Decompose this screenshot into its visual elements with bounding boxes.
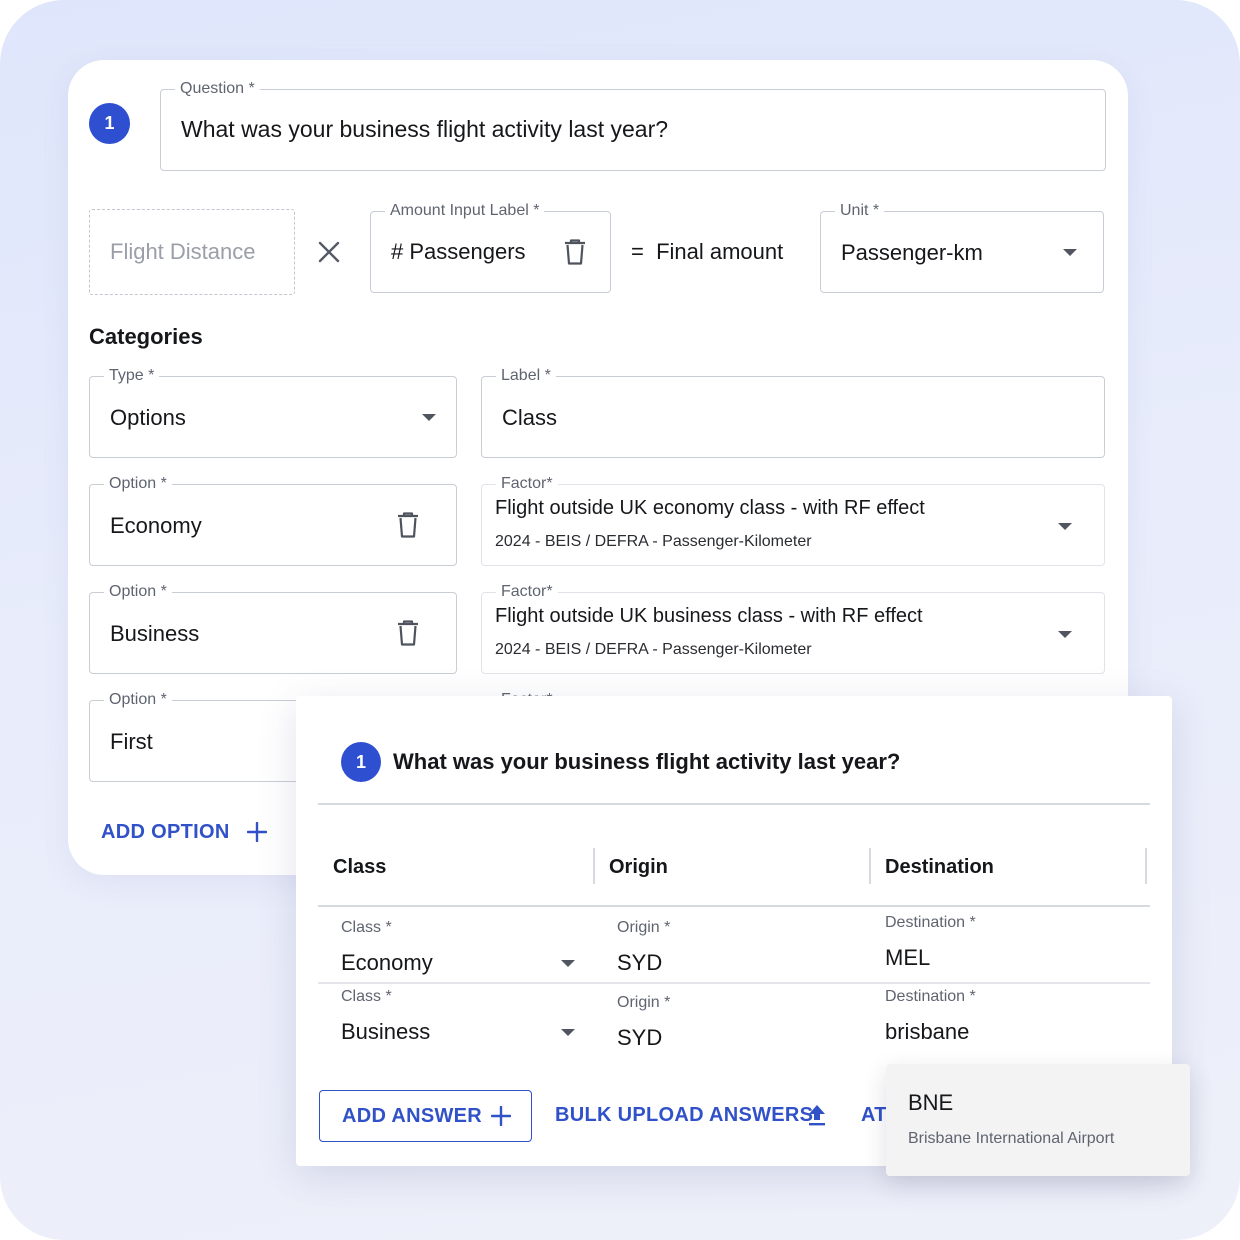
bulk-upload-label: BULK UPLOAD ANSWERS — [555, 1104, 814, 1126]
amount-input-label-field[interactable]: Amount Input Label * # Passengers — [370, 202, 611, 293]
destination-input[interactable]: Destination * MEL — [884, 908, 1150, 980]
factor-select-business[interactable]: Factor* Flight outside UK business class… — [481, 583, 1105, 674]
column-header-origin: Origin — [609, 856, 668, 878]
origin-input[interactable]: Origin * SYD — [614, 984, 854, 1056]
origin-input-value: SYD — [617, 1025, 663, 1050]
origin-input-label: Origin * — [617, 919, 671, 936]
step-number-badge: 1 — [89, 103, 130, 144]
class-select[interactable]: Class * Business — [338, 984, 578, 1056]
amount-input-label-value: # Passengers — [391, 239, 526, 264]
class-select-value: Economy — [341, 950, 433, 975]
factor-select-label: Factor* — [496, 583, 558, 601]
amount-input-label-label: Amount Input Label * — [385, 202, 545, 220]
flight-distance-text: Flight Distance — [110, 239, 256, 264]
trash-icon[interactable] — [397, 512, 419, 538]
destination-input-value: brisbane — [885, 1019, 970, 1044]
airport-autocomplete-dropdown: BNE Brisbane International Airport — [886, 1064, 1190, 1176]
add-option-label: ADD OPTION — [101, 821, 230, 843]
categories-heading: Categories — [89, 324, 203, 349]
origin-input[interactable]: Origin * SYD — [614, 908, 854, 980]
column-header-class: Class — [333, 856, 387, 878]
column-separator — [593, 848, 595, 884]
chevron-down-icon — [422, 414, 436, 421]
class-select-label: Class * — [341, 988, 392, 1005]
third-action-button[interactable]: AT — [861, 1104, 887, 1127]
option-field-label: Option * — [104, 691, 172, 709]
chevron-down-icon — [561, 1029, 575, 1036]
option-field-label: Option * — [104, 583, 172, 601]
chevron-down-icon — [1058, 523, 1072, 530]
flight-distance-chip[interactable]: Flight Distance — [89, 209, 295, 295]
type-select[interactable]: Type * Options — [89, 367, 457, 458]
plus-icon — [491, 1106, 511, 1126]
type-select-label: Type * — [104, 367, 160, 385]
table-row: Class * Economy Origin * SYD Destination… — [318, 908, 1150, 982]
factor-select-label: Factor* — [496, 475, 558, 493]
option-field-value: Economy — [110, 513, 202, 538]
option-field-economy[interactable]: Option * Economy — [89, 475, 457, 566]
destination-input-label: Destination * — [885, 914, 976, 931]
table-header-divider — [318, 905, 1150, 907]
origin-input-value: SYD — [617, 950, 663, 975]
autocomplete-option[interactable]: BNE Brisbane International Airport — [886, 1064, 1190, 1176]
factor-title: Flight outside UK business class - with … — [495, 605, 923, 627]
category-label-field[interactable]: Label * Class — [481, 367, 1105, 458]
unit-select-value: Passenger-km — [841, 240, 983, 265]
unit-select-label: Unit * — [835, 202, 885, 220]
unit-select[interactable]: Unit * Passenger-km — [820, 202, 1104, 293]
option-field-business[interactable]: Option * Business — [89, 583, 457, 674]
category-label-field-label: Label * — [496, 367, 556, 385]
airport-name: Brisbane International Airport — [908, 1130, 1115, 1147]
class-select-label: Class * — [341, 919, 392, 936]
type-select-value: Options — [110, 405, 186, 430]
column-separator — [1145, 848, 1147, 884]
multiply-icon — [318, 241, 340, 263]
divider — [318, 803, 1150, 805]
destination-input[interactable]: Destination * brisbane — [884, 984, 1150, 1056]
question-field[interactable]: Question * What was your business flight… — [160, 80, 1106, 171]
origin-input-label: Origin * — [617, 994, 671, 1011]
add-answer-label: ADD ANSWER — [342, 1105, 483, 1127]
class-select[interactable]: Class * Economy — [338, 908, 578, 980]
add-answer-button[interactable]: ADD ANSWER — [319, 1090, 532, 1142]
chevron-down-icon — [561, 960, 575, 967]
final-amount-text: = Final amount — [631, 239, 784, 264]
factor-source: 2024 - BEIS / DEFRA - Passenger-Kilomete… — [495, 641, 812, 658]
option-field-label: Option * — [104, 475, 172, 493]
question-field-label: Question * — [175, 80, 260, 98]
factor-title: Flight outside UK economy class - with R… — [495, 497, 925, 519]
plus-icon — [247, 822, 267, 842]
bulk-upload-answers-button[interactable]: BULK UPLOAD ANSWERS — [555, 1100, 831, 1132]
background-stage: 1 Question * What was your business flig… — [0, 0, 1240, 1240]
category-label-field-value: Class — [502, 405, 558, 430]
option-field-value: First — [110, 729, 153, 754]
chevron-down-icon — [1063, 249, 1077, 256]
upload-icon — [809, 1105, 825, 1126]
trash-icon[interactable] — [564, 239, 586, 265]
class-select-value: Business — [341, 1019, 431, 1044]
airport-code: BNE — [908, 1090, 954, 1115]
column-separator — [869, 848, 871, 884]
trash-icon[interactable] — [397, 620, 419, 646]
factor-select-economy[interactable]: Factor* Flight outside UK economy class … — [481, 475, 1105, 566]
question-input-value: What was your business flight activity l… — [181, 116, 669, 142]
option-field-value: Business — [110, 621, 200, 646]
answer-question-title: What was your business flight activity l… — [393, 749, 901, 774]
destination-input-value: MEL — [885, 945, 931, 970]
destination-input-label: Destination * — [885, 988, 976, 1005]
chevron-down-icon — [1058, 631, 1072, 638]
factor-source: 2024 - BEIS / DEFRA - Passenger-Kilomete… — [495, 533, 812, 550]
table-row: Class * Business Origin * SYD Destinatio… — [318, 984, 1150, 1058]
add-option-button[interactable]: ADD OPTION — [101, 818, 281, 848]
column-header-destination: Destination — [885, 856, 994, 878]
step-number-badge: 1 — [341, 742, 381, 782]
